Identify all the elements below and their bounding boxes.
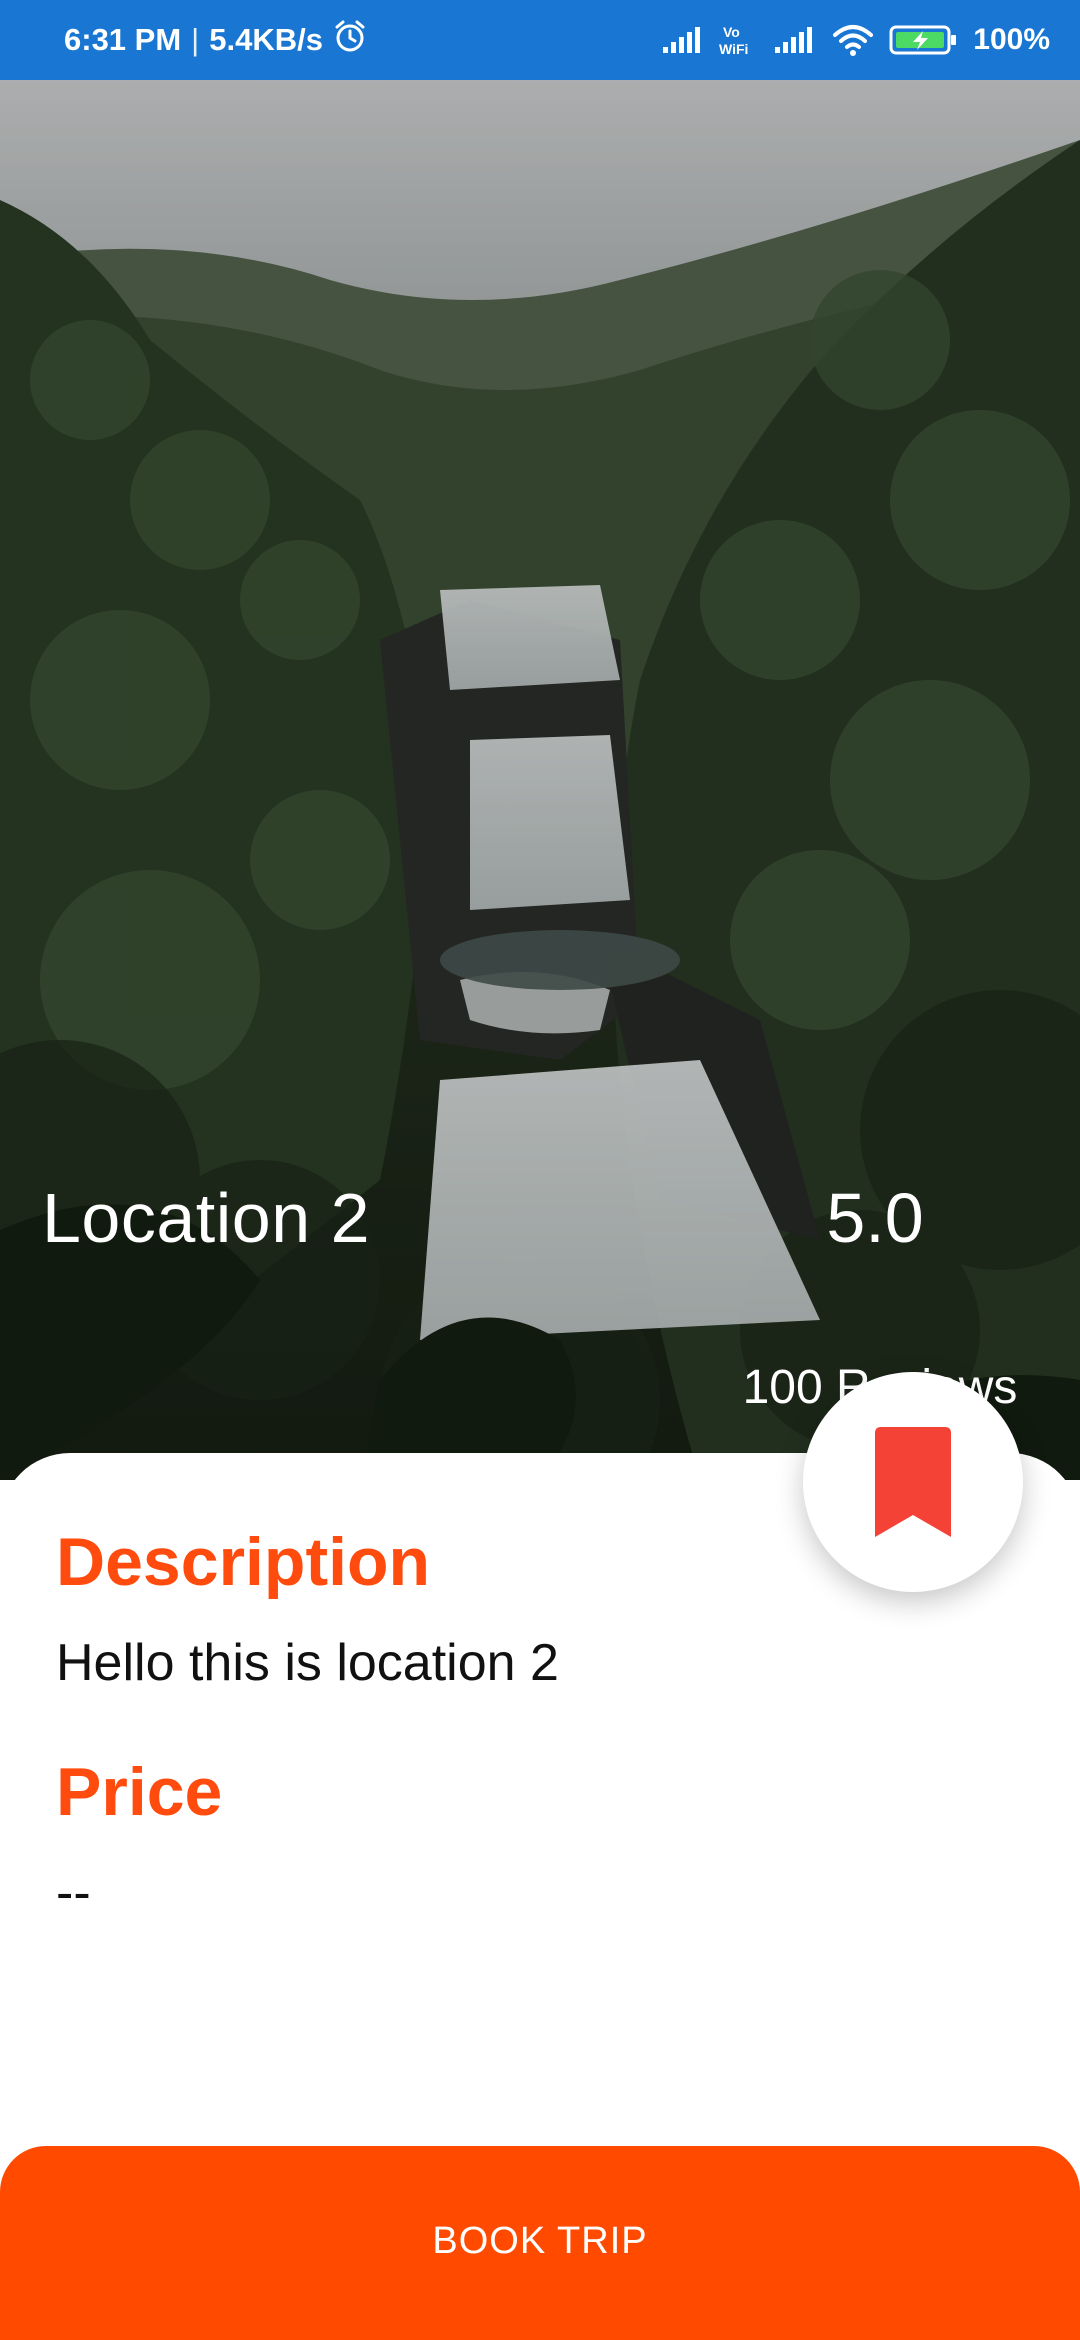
battery-charging-icon [889, 23, 959, 57]
price-heading: Price [56, 1754, 223, 1830]
description-heading: Description [56, 1524, 431, 1600]
status-network-speed: 5.4KB/s [209, 22, 323, 57]
vowifi-icon: Vo WiFi [719, 23, 759, 57]
price-value: -- [56, 1864, 91, 1922]
description-text: Hello this is location 2 [56, 1634, 559, 1692]
bookmark-icon [875, 1427, 951, 1537]
status-time: 6:31 PM [64, 22, 182, 57]
bookmark-button[interactable] [803, 1372, 1023, 1592]
status-separator: | [191, 22, 200, 57]
signal-icon [773, 25, 817, 55]
signal-icon [661, 25, 705, 55]
waterfall-photo [0, 80, 1080, 1480]
alarm-icon [333, 19, 367, 61]
location-title: Location 2 [42, 1179, 371, 1257]
rating-value: 5.0 [826, 1179, 924, 1257]
hero-image: Location 2 5.0 100 Reviews [0, 80, 1080, 1480]
wifi-icon [831, 23, 875, 57]
svg-text:Vo: Vo [723, 24, 740, 40]
book-trip-button[interactable]: BOOK TRIP [0, 2146, 1080, 2340]
location-detail-screen: 6:31 PM | 5.4KB/s Vo WiFi 100% Location … [0, 0, 1080, 2340]
status-right: Vo WiFi 100% [661, 23, 1050, 57]
status-bar: 6:31 PM | 5.4KB/s Vo WiFi 100% [0, 0, 1080, 80]
svg-text:WiFi: WiFi [719, 41, 748, 57]
battery-percent: 100% [973, 23, 1050, 56]
status-left: 6:31 PM | 5.4KB/s [64, 19, 367, 61]
